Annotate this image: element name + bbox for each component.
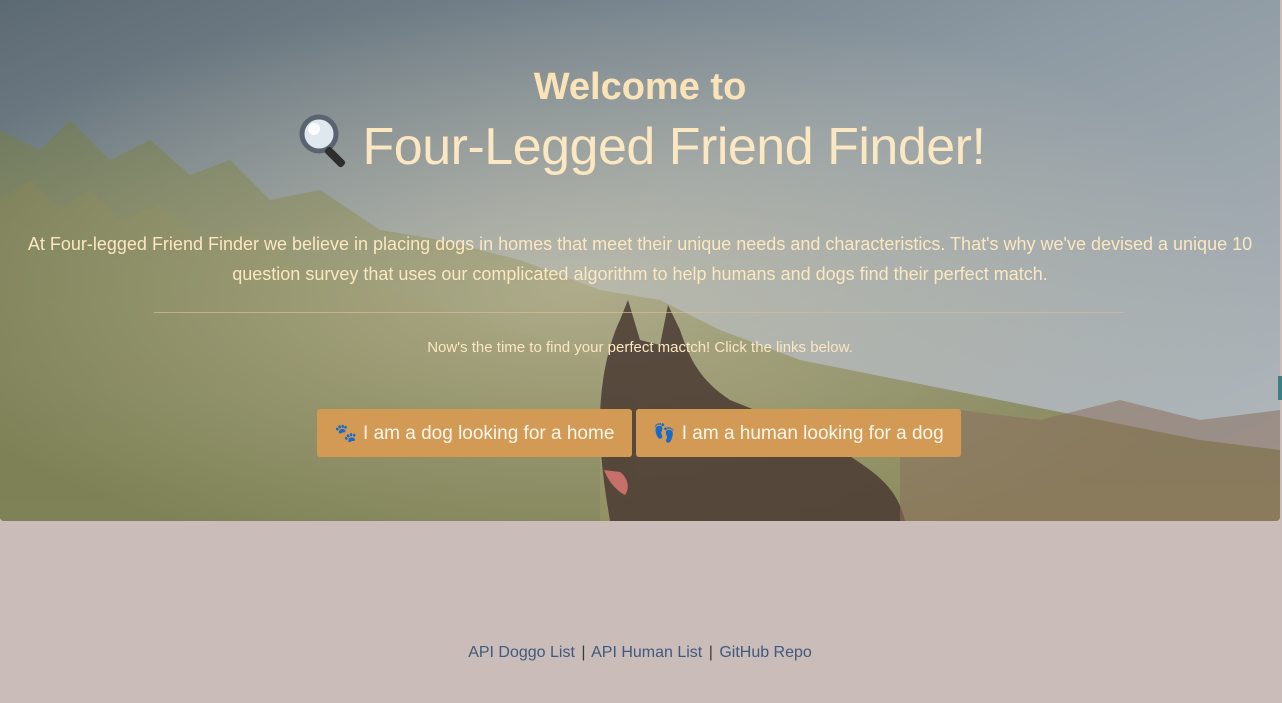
intro-paragraph: At Four-legged Friend Finder we believe … (27, 234, 1253, 284)
scroll-indicator (1278, 376, 1282, 400)
welcome-heading: Welcome to (533, 66, 747, 108)
page-title: Four-Legged Friend Finder! (0, 112, 1280, 183)
footer-separator: | (581, 644, 586, 661)
human-survey-button[interactable]: 👣 I am a human looking for a dog (636, 409, 961, 457)
api-doggo-list-link[interactable]: API Doggo List (468, 644, 575, 661)
human-survey-button-label: I am a human looking for a dog (681, 423, 944, 444)
hero-jumbotron: Welcome to Four-Legged Friend Finder! At… (0, 0, 1280, 521)
footer: API Doggo List | API Human List | GitHub… (0, 644, 1280, 662)
paw-prints-icon: 🐾 (334, 423, 358, 443)
api-human-list-link[interactable]: API Human List (591, 644, 702, 661)
github-repo-link[interactable]: GitHub Repo (719, 644, 812, 661)
call-to-action-text: Now's the time to find your perfect mact… (427, 339, 853, 356)
footprints-icon: 👣 (653, 423, 676, 443)
magnifying-glass-icon (295, 112, 355, 183)
page-title-text: Four-Legged Friend Finder! (362, 118, 986, 176)
footer-separator: | (708, 644, 713, 661)
dog-survey-button[interactable]: 🐾 I am a dog looking for a home (317, 409, 632, 457)
divider (154, 312, 1124, 313)
dog-survey-button-label: I am a dog looking for a home (363, 423, 615, 444)
hero-content: Welcome to Four-Legged Friend Finder! At… (0, 0, 1280, 521)
